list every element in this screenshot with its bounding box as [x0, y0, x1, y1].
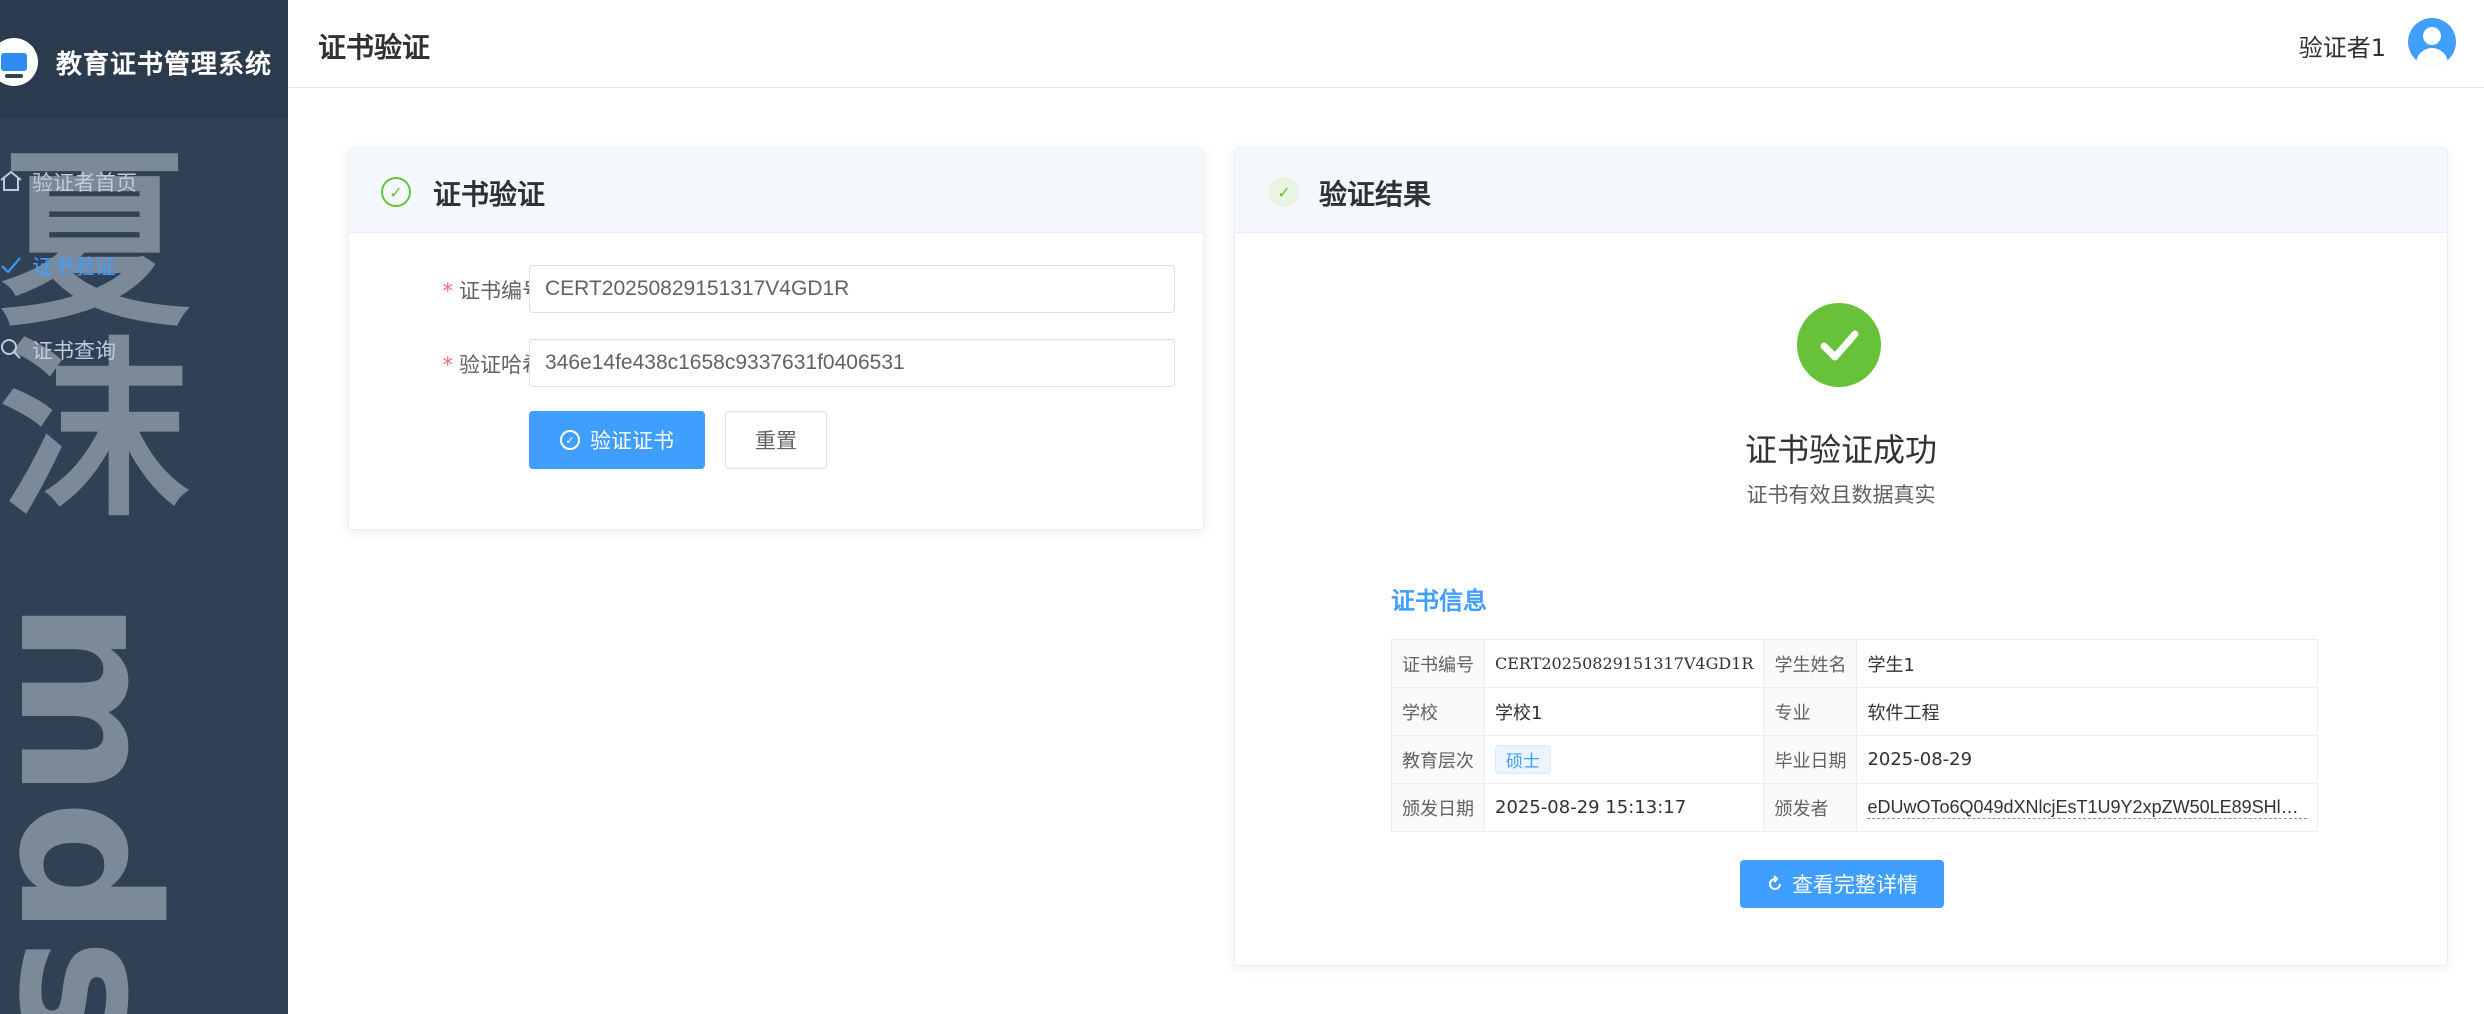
search-icon — [1, 339, 21, 359]
app-title: 教育证书管理系统 — [56, 50, 273, 80]
monitor-logo-icon — [0, 38, 38, 86]
sidebar: 教育证书管理系统 夏沫 mds 验证者首页 证书验证 证书查询 — [0, 0, 288, 1014]
view-details-label: 查看完整详情 — [1792, 873, 1918, 897]
circle-check-icon: ✓ — [560, 430, 580, 450]
form-row-hash: * 验证哈希 — [349, 339, 1203, 387]
table-row: 学校 学校1 专业 软件工程 — [1391, 687, 2319, 736]
hash-input[interactable] — [529, 339, 1175, 387]
table-row: 颁发日期 2025-08-29 15:13:17 颁发者 eDUwOTo6Q04… — [1391, 783, 2319, 832]
cell-label: 毕业日期 — [1763, 735, 1858, 784]
verify-form-card: ✓ 证书验证 *证书编号 *验证哈希 ✓ 验证证书 重置 — [348, 148, 1204, 530]
reset-button[interactable]: 重置 — [725, 411, 827, 469]
page-title: 证书验证 — [318, 31, 431, 64]
table-row: 证书编号 CERT20250829151317V4GD1R 学生姓名 学生1 — [1391, 639, 2319, 688]
sidebar-item-cert-query[interactable]: 证书查询 — [0, 308, 288, 392]
info-section-title: 证书信息 — [1391, 587, 1487, 615]
card-title: 证书验证 — [433, 178, 546, 211]
home-icon — [0, 170, 22, 191]
verify-result-card: ✓ 验证结果 证书验证成功 证书有效且数据真实 证书信息 证书编号 CERT20… — [1234, 148, 2448, 966]
user-name[interactable]: 验证者1 — [2299, 28, 2386, 63]
sidebar-item-label: 验证者首页 — [32, 171, 137, 195]
cell-value: eDUwOTo6Q049dXNlcjEsT1U9Y2xpZW50LE89SHlw… — [1856, 783, 2319, 832]
circle-check-icon: ✓ — [381, 177, 411, 207]
sidebar-item-label: 证书验证 — [32, 255, 116, 279]
cell-label: 教育层次 — [1391, 735, 1485, 784]
top-header: 证书验证 验证者1 — [288, 0, 2484, 88]
form-row-cert-no: * 证书编号 — [349, 265, 1203, 313]
sidebar-menu: 验证者首页 证书验证 证书查询 — [0, 140, 288, 392]
cell-value: 学校1 — [1483, 687, 1765, 736]
view-details-button[interactable]: 查看完整详情 — [1740, 860, 1944, 908]
main-content: ✓ 证书验证 *证书编号 *验证哈希 ✓ 验证证书 重置 ✓ 验证结果 证书验证… — [288, 88, 2484, 1014]
avatar[interactable] — [2408, 18, 2456, 66]
refresh-icon — [1769, 875, 1781, 890]
cell-label: 证书编号 — [1391, 639, 1485, 688]
watermark-en: mds — [0, 600, 198, 1014]
cell-label: 颁发者 — [1763, 783, 1858, 832]
cell-label: 专业 — [1763, 687, 1858, 736]
check-icon — [1, 257, 21, 274]
cell-value: CERT20250829151317V4GD1R — [1483, 639, 1765, 688]
card-title: 验证结果 — [1319, 178, 1432, 211]
verify-button[interactable]: ✓ 验证证书 — [529, 411, 705, 469]
sidebar-item-cert-verify[interactable]: 证书验证 — [0, 224, 288, 308]
cell-label: 学校 — [1391, 687, 1485, 736]
level-tag: 硕士 — [1495, 745, 1551, 774]
cell-value: 2025-08-29 15:13:17 — [1483, 783, 1765, 832]
cell-value: 软件工程 — [1856, 687, 2319, 736]
issuer-link[interactable]: eDUwOTo6Q049dXNlcjEsT1U9Y2xpZW50LE89SHlw… — [1867, 797, 2308, 819]
cell-label: 学生姓名 — [1763, 639, 1858, 688]
success-check-icon — [1797, 303, 1881, 387]
cell-label: 颁发日期 — [1391, 783, 1485, 832]
table-row: 教育层次 硕士 毕业日期 2025-08-29 — [1391, 735, 2319, 784]
sidebar-item-label: 证书查询 — [32, 339, 116, 363]
cert-no-label: * 证书编号 — [442, 279, 544, 303]
verify-button-label: 验证证书 — [590, 429, 674, 453]
brand: 教育证书管理系统 — [0, 0, 288, 118]
card-header: ✓ 验证结果 — [1235, 149, 2447, 233]
cell-value: 学生1 — [1856, 639, 2319, 688]
cell-value: 2025-08-29 — [1856, 735, 2319, 784]
cert-no-input[interactable] — [529, 265, 1175, 313]
cell-value: 硕士 — [1483, 735, 1765, 784]
cert-info-table: 证书编号 CERT20250829151317V4GD1R 学生姓名 学生1 学… — [1391, 639, 2319, 832]
user-icon — [2423, 27, 2441, 45]
status-title: 证书验证成功 — [1744, 431, 1937, 469]
check-icon: ✓ — [1269, 177, 1299, 207]
status-subtitle: 证书有效且数据真实 — [1746, 483, 1936, 507]
hash-label: * 验证哈希 — [442, 353, 544, 377]
sidebar-item-verifier-home[interactable]: 验证者首页 — [0, 140, 288, 224]
card-header: ✓ 证书验证 — [349, 149, 1203, 233]
